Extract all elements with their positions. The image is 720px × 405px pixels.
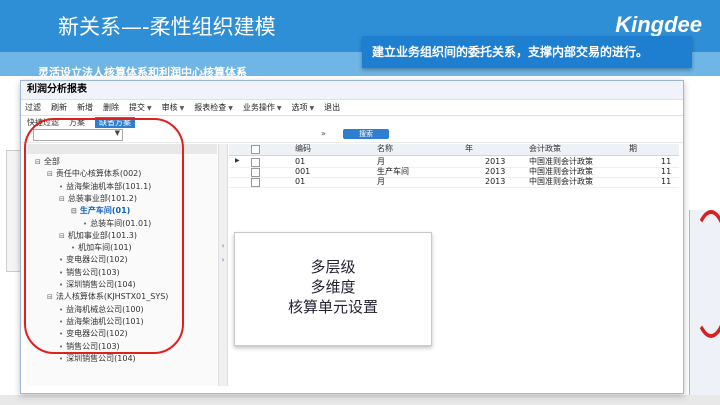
- toolbar-exit-button[interactable]: 退出: [324, 102, 340, 113]
- toolbar-add-button[interactable]: 新增: [77, 102, 93, 113]
- toolbar-report-check-button[interactable]: 报表检查 ▼: [194, 102, 233, 113]
- chevron-down-icon: ▼: [276, 105, 282, 112]
- row-pointer-icon: ▶: [235, 157, 240, 164]
- slide-title: 新关系—-柔性组织建模: [58, 15, 276, 39]
- chevron-down-icon: ▼: [147, 105, 152, 112]
- cell-policy: 中国准则会计政策: [529, 157, 593, 166]
- chevron-left-icon[interactable]: ‹: [219, 242, 227, 250]
- select-all-checkbox[interactable]: [251, 145, 260, 154]
- column-name[interactable]: 名称: [377, 144, 393, 154]
- slide-footer: [0, 395, 720, 405]
- cell-name: 生产车间: [377, 167, 409, 176]
- cell-period: 11: [661, 177, 672, 186]
- panel-splitter[interactable]: ‹ ›: [218, 144, 228, 386]
- cell-name: 月: [377, 177, 385, 186]
- brand-logo: Kingdee: [615, 12, 702, 37]
- toolbar-refresh-button[interactable]: 刷新: [51, 102, 67, 113]
- row-checkbox[interactable]: [251, 178, 260, 187]
- feature-line-3: 核算单元设置: [287, 298, 378, 316]
- grid-header: 编码 名称 年 会计政策 期: [229, 144, 679, 156]
- cell-year: 2013: [485, 167, 506, 176]
- slide-subtitle: 灵活设立法人核算体系和利润中心核算体系: [38, 66, 247, 78]
- double-chevron-down-icon[interactable]: »: [321, 129, 326, 138]
- column-period[interactable]: 期: [629, 144, 637, 154]
- chevron-right-icon[interactable]: ›: [219, 256, 227, 264]
- toolbar-business-ops-button[interactable]: 业务操作 ▼: [243, 102, 282, 113]
- row-checkbox[interactable]: [251, 158, 260, 167]
- highlight-oval: [24, 118, 184, 354]
- cell-policy: 中国准则会计政策: [529, 177, 593, 186]
- cell-period: 11: [661, 167, 672, 176]
- cell-period: 11: [661, 157, 672, 166]
- cell-year: 2013: [485, 157, 506, 166]
- cell-policy: 中国准则会计政策: [529, 167, 593, 176]
- feature-textbox: 多层级 多维度 核算单元设置: [234, 232, 432, 346]
- chevron-down-icon: ▼: [179, 105, 185, 112]
- chevron-down-icon: ▼: [228, 105, 233, 112]
- tree-node-label: 深圳销售公司(104): [66, 353, 136, 363]
- toolbar-audit-button[interactable]: 审核 ▼: [162, 102, 185, 113]
- cell-code: 01: [295, 157, 306, 166]
- cell-year: 2013: [485, 177, 506, 186]
- leaf-icon: •: [59, 354, 64, 363]
- toolbar-filter-button[interactable]: 过滤: [25, 102, 41, 113]
- cell-code: 01: [295, 177, 306, 186]
- cell-name: 月: [377, 157, 385, 166]
- toolbar-delete-button[interactable]: 删除: [103, 102, 119, 113]
- toolbar-submit-button[interactable]: 提交 ▼: [129, 102, 152, 113]
- toolbar: 过滤 刷新 新增 删除 提交 ▼ 审核 ▼ 报表检查 ▼ 业务操作 ▼ 选项 ▼ 退出: [21, 100, 683, 116]
- window-title: 利润分析报表: [21, 81, 683, 100]
- cell-code: 001: [295, 167, 311, 176]
- table-row[interactable]: 01 月 2013 中国准则会计政策 11: [229, 177, 679, 188]
- chevron-down-icon: ▼: [309, 105, 315, 112]
- column-policy[interactable]: 会计政策: [529, 144, 561, 154]
- column-year[interactable]: 年: [465, 144, 473, 154]
- search-button[interactable]: 搜索: [343, 129, 389, 139]
- callout-box: 建立业务组织间的委托关系，支撑内部交易的进行。: [362, 36, 692, 68]
- feature-line-1: 多层级: [310, 258, 356, 276]
- feature-line-2: 多维度: [310, 278, 356, 296]
- toolbar-options-button[interactable]: 选项 ▼: [292, 102, 315, 113]
- column-code[interactable]: 编码: [295, 144, 311, 154]
- row-checkbox[interactable]: [251, 168, 260, 177]
- tree-node[interactable]: • 深圳销售公司(104): [59, 353, 136, 364]
